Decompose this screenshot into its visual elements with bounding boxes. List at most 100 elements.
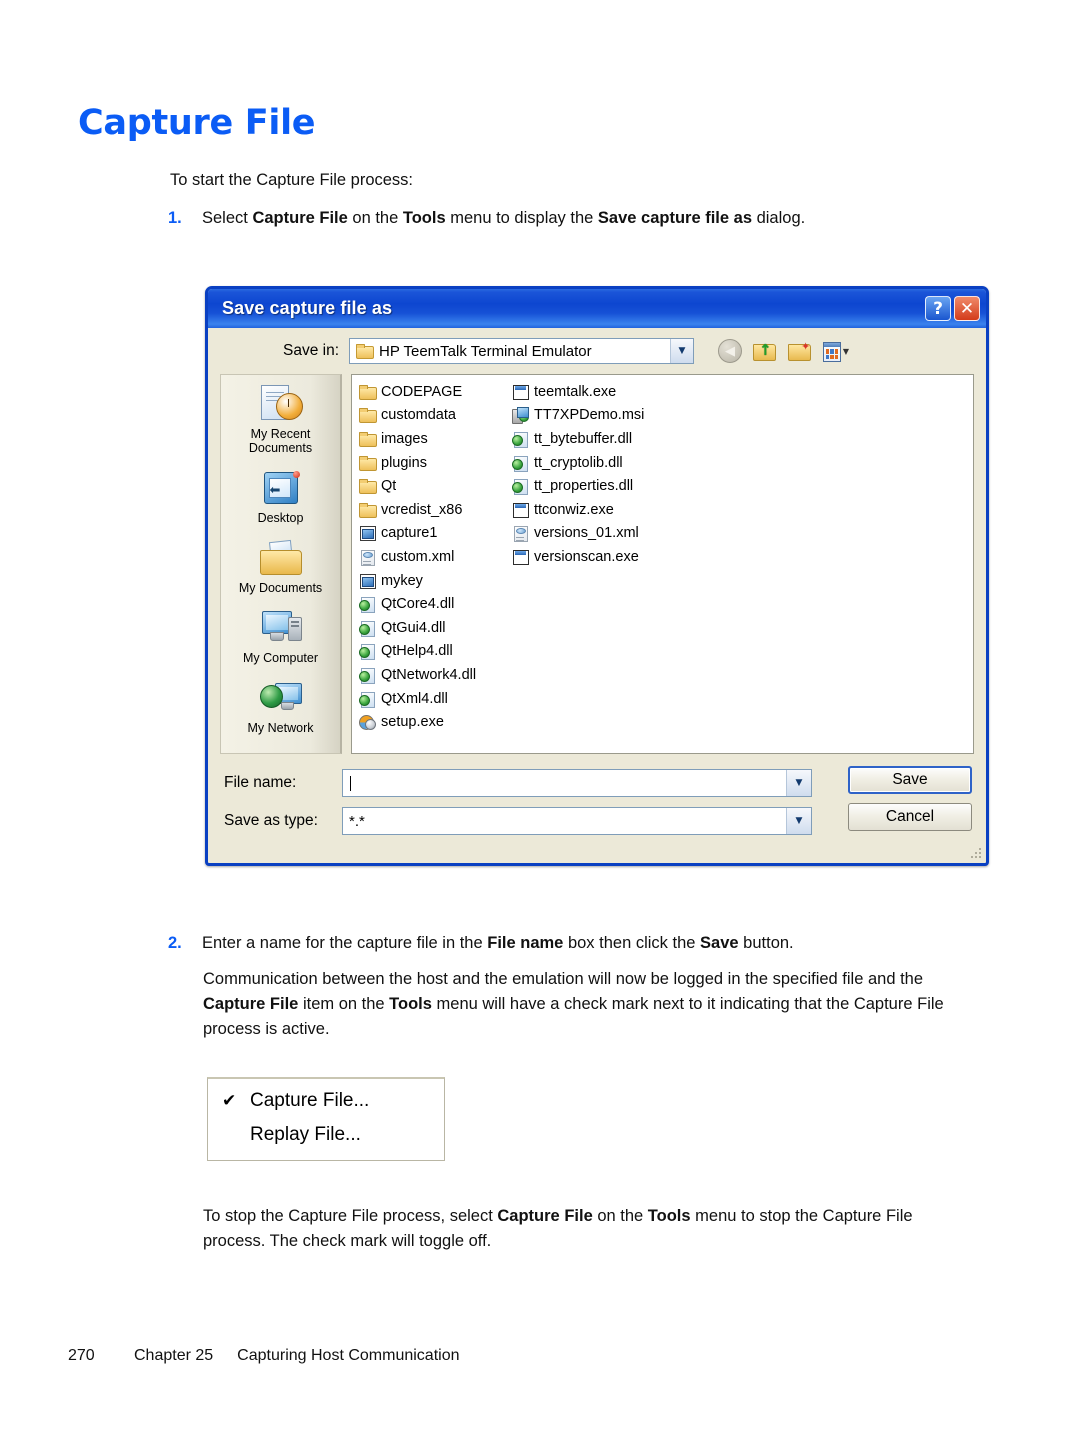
desktop-icon: ⬅	[225, 467, 337, 509]
document-page: Capture File To start the Capture File p…	[0, 0, 1080, 1437]
file-list-item[interactable]: customdata	[358, 404, 511, 428]
emphasis-text: File name	[487, 934, 564, 952]
file-list-item[interactable]: tt_properties.dll	[511, 474, 664, 498]
file-name-label: versionscan.exe	[534, 548, 639, 565]
views-icon[interactable]: ▼	[823, 339, 849, 363]
dialog-toolbar: ◀ ▼	[718, 339, 849, 363]
xml-icon	[359, 549, 376, 566]
close-icon[interactable]: ✕	[954, 296, 980, 321]
footer-chapter: Chapter 25	[134, 1347, 214, 1364]
file-list-item[interactable]: QtXml4.dll	[358, 687, 511, 711]
file-list-item[interactable]: Qt	[358, 474, 511, 498]
step-1-number: 1.	[168, 209, 182, 227]
file-name-label: QtHelp4.dll	[381, 643, 453, 660]
save-capture-file-as-dialog: Save capture file as ? ✕ Save in: HP Tee…	[205, 286, 989, 866]
save-button[interactable]: Save	[848, 766, 972, 794]
plain-text: dialog.	[752, 209, 806, 227]
back-icon[interactable]: ◀	[718, 339, 744, 363]
plain-text: Enter a name for the capture file in the	[202, 934, 488, 952]
emphasis-text: Tools	[402, 209, 446, 227]
file-list-item[interactable]: QtHelp4.dll	[358, 640, 511, 664]
file-list-item[interactable]: TT7XPDemo.msi	[511, 404, 664, 428]
file-list-item[interactable]: QtNetwork4.dll	[358, 663, 511, 687]
chevron-down-icon[interactable]: ▼	[670, 339, 694, 363]
resize-grip[interactable]	[969, 846, 983, 860]
my-computer-icon	[225, 607, 337, 649]
file-list-item[interactable]: setup.exe	[358, 710, 511, 734]
file-name-label: mykey	[381, 572, 423, 589]
file-list-item[interactable]: mykey	[358, 569, 511, 593]
up-one-level-icon[interactable]	[753, 339, 779, 363]
exe-icon	[512, 384, 529, 400]
exe-icon	[512, 549, 529, 565]
tools-menu-screenshot: ✔ Capture File... Replay File...	[207, 1077, 445, 1161]
stop-paragraph: To stop the Capture File process, select…	[203, 1204, 973, 1254]
place-my-documents[interactable]: My Documents	[225, 535, 337, 598]
create-new-folder-icon[interactable]	[788, 339, 814, 363]
dll-icon	[359, 643, 376, 661]
xml-icon	[512, 525, 529, 543]
plain-text: button.	[738, 934, 794, 952]
my-network-icon	[225, 677, 337, 719]
key-icon	[359, 525, 376, 542]
file-list-item[interactable]: images	[358, 427, 511, 451]
save-as-type-select[interactable]: *.* ▼	[342, 807, 812, 835]
file-name-label: ttconwiz.exe	[534, 501, 614, 518]
menu-item-capture-file[interactable]: ✔ Capture File...	[208, 1084, 444, 1118]
place-my-computer[interactable]: My Computer	[225, 605, 337, 668]
footer-chapter-title: Capturing Host Communication	[237, 1347, 460, 1364]
my-documents-icon	[225, 537, 337, 579]
place-label: My Recent Documents	[248, 427, 313, 455]
file-name-label: setup.exe	[381, 714, 444, 731]
page-number: 270	[68, 1347, 95, 1364]
dialog-title: Save capture file as	[222, 298, 393, 318]
file-list-item[interactable]: CODEPAGE	[358, 380, 511, 404]
file-list-item[interactable]: versionscan.exe	[511, 545, 664, 569]
step-1-text: Select Capture File on the Tools menu to…	[202, 206, 968, 231]
menu-item-replay-file[interactable]: Replay File...	[208, 1118, 444, 1152]
plain-text: box then click the	[563, 934, 701, 952]
dll-icon	[359, 667, 376, 684]
place-my-network[interactable]: My Network	[225, 675, 337, 738]
cancel-button[interactable]: Cancel	[848, 803, 972, 831]
file-list-item[interactable]: ttconwiz.exe	[511, 498, 664, 522]
plain-text: To stop the Capture File process, select	[203, 1207, 498, 1225]
emphasis-text: Tools	[647, 1207, 691, 1225]
exe-icon	[512, 502, 529, 518]
chevron-down-icon[interactable]: ▼	[786, 808, 811, 834]
file-list-item[interactable]: tt_bytebuffer.dll	[511, 427, 664, 451]
place-my-recent-documents[interactable]: My Recent Documents	[225, 381, 337, 458]
file-name-label: capture1	[381, 525, 438, 542]
help-icon[interactable]: ?	[925, 296, 951, 321]
file-name-label: Qt	[381, 478, 397, 495]
file-list-item[interactable]: teemtalk.exe	[511, 380, 664, 404]
chevron-down-icon[interactable]: ▼	[786, 770, 811, 796]
file-name-label: QtCore4.dll	[381, 596, 455, 613]
file-list-item[interactable]: vcredist_x86	[358, 498, 511, 522]
file-list-item[interactable]: QtCore4.dll	[358, 592, 511, 616]
folder-icon	[359, 502, 377, 518]
file-list-item[interactable]: QtGui4.dll	[358, 616, 511, 640]
file-name-label: images	[381, 430, 428, 447]
file-name-input[interactable]: ▼	[342, 769, 812, 797]
dll-icon	[359, 691, 376, 708]
file-list[interactable]: CODEPAGE customdata images plugins Qt vcredis…	[351, 374, 974, 754]
file-name-label: teemtalk.exe	[534, 383, 617, 400]
file-list-item[interactable]: capture1	[358, 522, 511, 546]
file-name-label: tt_bytebuffer.dll	[534, 430, 633, 447]
save-in-value-wrap: HP TeemTalk Terminal Emulator	[350, 343, 670, 360]
file-name-label: QtXml4.dll	[381, 690, 448, 707]
file-list-item[interactable]: versions_01.xml	[511, 522, 664, 546]
setup-icon	[359, 714, 376, 731]
save-in-combobox[interactable]: HP TeemTalk Terminal Emulator ▼	[349, 338, 695, 364]
file-list-item[interactable]: tt_cryptolib.dll	[511, 451, 664, 475]
place-label: My Computer	[242, 651, 319, 665]
save-as-type-label: Save as type:	[224, 812, 318, 829]
folder-icon	[359, 384, 377, 400]
file-list-item[interactable]: plugins	[358, 451, 511, 475]
dialog-bottom: File name: ▼ Save as type: *.* ▼ Save Ca…	[208, 754, 986, 836]
msi-icon	[512, 407, 529, 425]
plain-text: item on the	[298, 995, 390, 1013]
file-list-item[interactable]: custom.xml	[358, 545, 511, 569]
place-desktop[interactable]: ⬅ Desktop	[225, 465, 337, 528]
